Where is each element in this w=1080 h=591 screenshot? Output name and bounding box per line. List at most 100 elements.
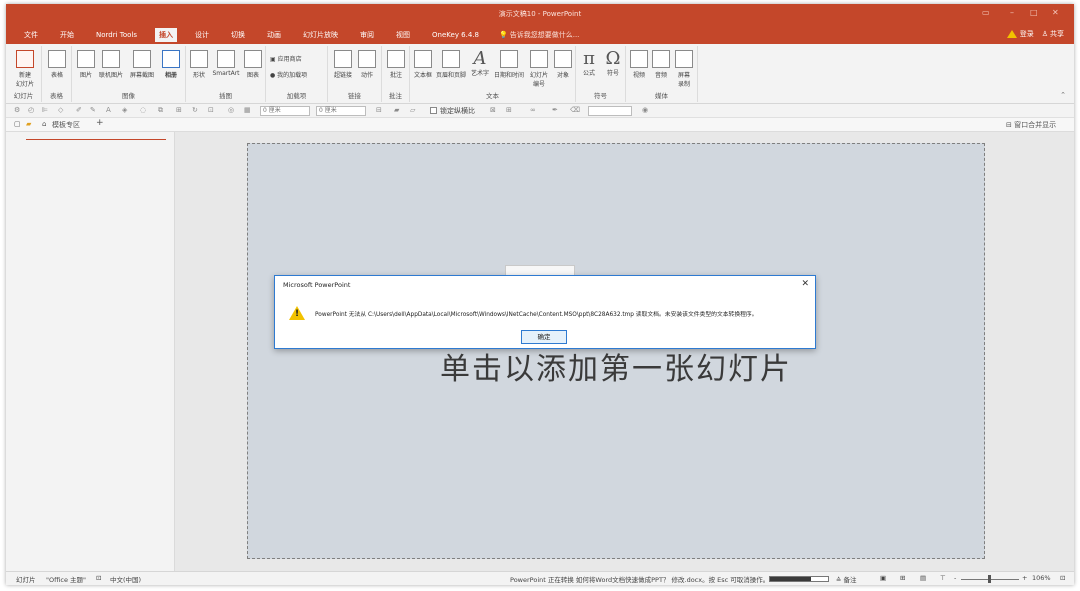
crop-icon[interactable]: ⊡ — [208, 106, 214, 114]
wordart-button[interactable]: A 艺术字 — [468, 50, 492, 78]
tab-onekey[interactable]: OneKey 6.4.8 — [428, 28, 483, 42]
status-language[interactable]: 中文(中国) — [110, 574, 141, 584]
tab-file[interactable]: 文件 — [20, 28, 42, 42]
new-doc-icon[interactable]: ▢ — [14, 120, 21, 128]
album-button[interactable]: 相册 — [160, 50, 182, 79]
slide-sorter-icon[interactable]: ⊞ — [900, 574, 905, 582]
rotate-icon[interactable]: ↻ — [192, 106, 198, 114]
minimize-icon[interactable]: – — [1010, 8, 1014, 17]
shapes-button[interactable]: 形状 — [189, 50, 209, 79]
group-slides: 新建 幻灯片 幻灯片 — [6, 46, 42, 102]
arrange-icon[interactable]: ⧉ — [158, 106, 163, 115]
toolbar-icon-2[interactable]: ◴ — [28, 106, 34, 114]
object-button[interactable]: 对象 — [553, 50, 573, 79]
align-icon[interactable]: ⊫ — [42, 106, 48, 114]
my-addins-button[interactable]: ● 我的加载项 — [270, 70, 307, 79]
tab-nordri-tools[interactable]: Nordri Tools — [92, 28, 141, 42]
slide-number-button[interactable]: 幻灯片 编号 — [526, 50, 552, 88]
template-tab[interactable]: 模板专区 — [52, 120, 80, 130]
tab-view[interactable]: 视图 — [392, 28, 414, 42]
new-slide-button[interactable]: 新建 幻灯片 — [12, 50, 38, 88]
tab-review[interactable]: 审阅 — [356, 28, 378, 42]
eraser-icon[interactable]: ⌫ — [570, 106, 580, 114]
spellcheck-icon[interactable]: ⊡ — [96, 574, 101, 582]
action-button[interactable]: 动作 — [356, 50, 378, 79]
fit-slide-icon[interactable]: ⊡ — [1060, 574, 1065, 582]
album-label: 相册 — [164, 72, 177, 79]
notes-button[interactable]: ≙ 备注 — [836, 574, 857, 584]
chart-button[interactable]: 图表 — [243, 50, 263, 79]
height-field[interactable]: 0 厘米 — [260, 106, 310, 116]
ribbon-display-icon[interactable]: ▭ — [982, 8, 990, 17]
normal-view-icon[interactable]: ▣ — [880, 574, 886, 582]
picture-button[interactable]: 图片 — [76, 50, 96, 79]
style-icon[interactable]: ▦ — [244, 106, 251, 114]
tab-transitions[interactable]: 切换 — [227, 28, 249, 42]
font-size-field[interactable] — [588, 106, 632, 116]
datetime-button[interactable]: 日期和时间 — [493, 50, 525, 79]
video-button[interactable]: 视频 — [628, 50, 650, 79]
hyperlink-button[interactable]: 超链接 — [331, 50, 355, 79]
fill-icon[interactable]: ◈ — [122, 106, 127, 114]
zoom-slider-handle[interactable] — [988, 575, 991, 583]
brush-icon[interactable]: ✎ — [90, 106, 96, 114]
store-button[interactable]: ▣ 应用商店 — [270, 54, 302, 63]
comment-button[interactable]: 批注 — [386, 50, 406, 79]
share-button[interactable]: 共享 — [1050, 29, 1064, 39]
textbox-button[interactable]: 文本框 — [412, 50, 434, 79]
header-footer-button[interactable]: 页眉和页脚 — [435, 50, 467, 79]
login-link[interactable]: 登录 — [1020, 29, 1034, 39]
group-label-illustrations: 插图 — [219, 92, 232, 100]
grid-icon[interactable]: ⊞ — [506, 106, 512, 114]
folder-open-icon[interactable]: ▰ — [26, 120, 31, 128]
tab-home[interactable]: 开始 — [56, 28, 78, 42]
online-picture-button[interactable]: 联机图片 — [96, 50, 126, 79]
slide-canvas[interactable]: 单击以添加第一张幻灯片 — [247, 143, 985, 559]
zoom-out-button[interactable]: - — [954, 574, 956, 582]
toolbar-icon-1[interactable]: ⚙ — [14, 106, 20, 114]
audio-label: 音频 — [654, 72, 667, 79]
misc-icon[interactable]: ◉ — [642, 106, 648, 114]
eyedropper-icon[interactable]: ✒ — [552, 106, 558, 114]
size-icon[interactable]: ⊠ — [490, 106, 496, 114]
tab-slideshow[interactable]: 幻灯片放映 — [299, 28, 342, 42]
lock-ratio-checkbox[interactable] — [430, 107, 437, 114]
zoom-in-button[interactable]: + — [1022, 574, 1027, 582]
picture-tool-icon[interactable]: ▱ — [410, 106, 415, 114]
shape-icon[interactable]: ◇ — [58, 106, 63, 114]
pen-icon[interactable]: ✐ — [76, 106, 82, 114]
add-tab-button[interactable]: + — [96, 118, 104, 128]
equation-button[interactable]: π 公式 — [578, 50, 600, 78]
link-icon[interactable]: ∞ — [530, 106, 536, 114]
tell-me-box[interactable]: 告诉我您想要做什么... — [510, 30, 580, 40]
zoom-level[interactable]: 106% — [1032, 574, 1051, 582]
screenshot-button[interactable]: 屏幕截图 — [126, 50, 158, 79]
folder-icon[interactable]: ▰ — [394, 106, 399, 114]
slideshow-icon[interactable]: ⊤ — [940, 574, 946, 582]
add-first-slide-prompt[interactable]: 单击以添加第一张幻灯片 — [248, 344, 984, 388]
screen-recording-button[interactable]: 屏幕 录制 — [673, 50, 695, 88]
user-area: 登录 ♙ 共享 — [1006, 29, 1064, 39]
table-button[interactable]: 表格 — [46, 50, 68, 79]
reading-view-icon[interactable]: ▤ — [920, 574, 926, 582]
position-icon[interactable]: ⊟ — [376, 106, 382, 114]
collapse-ribbon-icon[interactable]: ⌃ — [1060, 91, 1066, 99]
width-field[interactable]: 0 厘米 — [316, 106, 366, 116]
thumbnail-pane[interactable] — [6, 132, 175, 571]
audio-button[interactable]: 音频 — [650, 50, 672, 79]
close-window-icon[interactable]: ✕ — [1052, 8, 1059, 17]
ok-button[interactable]: 确定 — [521, 330, 567, 344]
window-merge-toggle[interactable]: ⊟ 窗口合并显示 — [1006, 120, 1056, 130]
home-icon[interactable]: ⌂ — [42, 120, 46, 128]
smartart-button[interactable]: SmartArt — [210, 50, 242, 77]
font-color-icon[interactable]: A — [106, 106, 111, 114]
outline-icon[interactable]: ◌ — [140, 106, 146, 114]
dialog-close-icon[interactable]: ✕ — [801, 279, 809, 289]
maximize-icon[interactable]: □ — [1030, 8, 1038, 17]
tab-insert[interactable]: 插入 — [155, 28, 178, 42]
symbol-button[interactable]: Ω 符号 — [602, 50, 624, 78]
tab-animations[interactable]: 动画 — [263, 28, 285, 42]
effects-icon[interactable]: ◎ — [228, 106, 234, 114]
tab-design[interactable]: 设计 — [191, 28, 213, 42]
group-icon[interactable]: ⊞ — [176, 106, 182, 114]
